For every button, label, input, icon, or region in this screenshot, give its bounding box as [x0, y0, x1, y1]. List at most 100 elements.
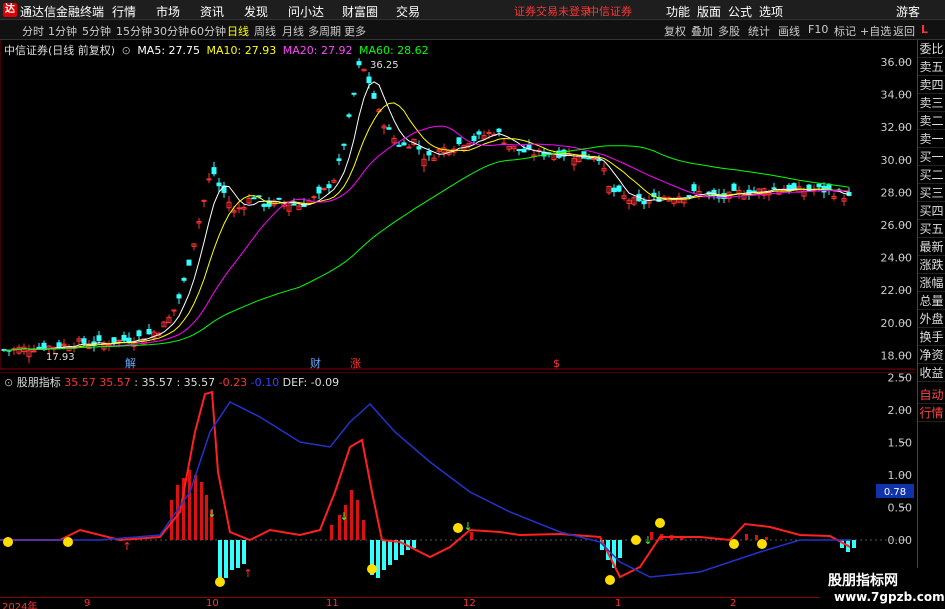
- period-60min[interactable]: 60分钟: [190, 23, 226, 39]
- menu-ask-xiaoda[interactable]: 问小达: [288, 3, 324, 20]
- sidebar-item-11[interactable]: 最新: [918, 238, 945, 256]
- cyan-bar-9: [394, 540, 398, 560]
- title-bar: 达 通达信金融终端 行情 市场 资讯 发现 问小达 财富圈 交易 证券交易未登录…: [0, 0, 945, 20]
- smiley-icon-6: [631, 535, 641, 545]
- period-1min[interactable]: 1分钟: [48, 23, 77, 39]
- period-30min[interactable]: 30分钟: [153, 23, 189, 39]
- sidebar-item-5[interactable]: 卖一: [918, 130, 945, 148]
- cyan-bar-4: [242, 540, 246, 564]
- sidebar-item-9[interactable]: 买四: [918, 202, 945, 220]
- event-marker-2: 涨: [350, 357, 361, 370]
- btn-mark[interactable]: 标记: [834, 23, 856, 39]
- period-more[interactable]: 更多: [344, 23, 366, 39]
- btn-f10[interactable]: F10: [808, 23, 828, 36]
- sub-y-axis-label-0: 2.50: [888, 372, 913, 385]
- candle-body-103: [516, 149, 522, 152]
- candle-body-69: [346, 114, 352, 117]
- sidebar-item-17[interactable]: 净资: [918, 346, 945, 364]
- smiley-icon-1: [63, 537, 73, 547]
- sidebar-item-4[interactable]: 卖二: [918, 112, 945, 130]
- guest-user[interactable]: 游客: [896, 3, 920, 20]
- period-15min[interactable]: 15分钟: [116, 23, 152, 39]
- candle-body-6: [31, 350, 37, 353]
- sidebar-item-13[interactable]: 涨幅: [918, 274, 945, 292]
- sidebar-item-7[interactable]: 买二: [918, 166, 945, 184]
- menu-market[interactable]: 市场: [156, 3, 180, 20]
- btn-draw-line[interactable]: 画线: [778, 23, 800, 39]
- btn-adjust-price[interactable]: 复权: [664, 23, 686, 39]
- menu-news[interactable]: 资讯: [200, 3, 224, 20]
- indicator-name: 股朋指标: [16, 376, 61, 389]
- sidebar-item-2[interactable]: 卖四: [918, 76, 945, 94]
- candlestick-chart[interactable]: 36.00 34.00 32.00 30.00 28.00 26.00 24.00 22.00…: [0, 40, 915, 370]
- sidebar-item-1[interactable]: 卖五: [918, 58, 945, 76]
- candle-body-97: [486, 131, 492, 134]
- menu-market-quotes[interactable]: 行情: [112, 3, 136, 20]
- settings-icon[interactable]: ⊙: [122, 44, 131, 57]
- date-axis: 2024年 9 10 11 12 1 2: [0, 597, 915, 609]
- sidebar-item-12[interactable]: 涨跌: [918, 256, 945, 274]
- sidebar-item-18[interactable]: 收益: [918, 364, 945, 382]
- menu-wealth-circle[interactable]: 财富圈: [342, 3, 378, 20]
- y-axis-label-6: 24.00: [881, 252, 913, 265]
- menu-trade[interactable]: 交易: [396, 3, 420, 20]
- candle-body-24: [121, 334, 127, 341]
- ma10-line: [4, 102, 850, 351]
- period-weekly[interactable]: 周线: [254, 23, 276, 39]
- low-price-label: 17.93: [46, 352, 75, 363]
- sidebar-item-0[interactable]: 委比: [918, 40, 945, 58]
- smiley-icon-4: [453, 523, 463, 533]
- sidebar-item-20[interactable]: 行情: [918, 404, 945, 422]
- candle-body-47: [236, 207, 242, 210]
- candle-body-122: [611, 187, 617, 193]
- y-axis-label-7: 22.00: [881, 284, 913, 297]
- btn-overlay[interactable]: 叠加: [691, 23, 713, 39]
- cyan-bar-16: [618, 540, 622, 558]
- menu-layout[interactable]: 版面: [697, 3, 721, 20]
- candle-body-150: [751, 190, 757, 193]
- broker-name[interactable]: 中信证券: [588, 3, 632, 19]
- indicator-chart[interactable]: 2.502.001.501.000.500.00-0.500.78↑↓↑↓↓↓: [0, 372, 915, 597]
- sidebar-item-19[interactable]: 自动: [918, 386, 945, 404]
- candle-body-146: [731, 183, 737, 191]
- candle-body-163: [816, 183, 822, 188]
- menu-discover[interactable]: 发现: [244, 3, 268, 20]
- indicator-v4: 35.57: [183, 376, 216, 389]
- candle-body-41: [206, 178, 212, 181]
- trade-login-status[interactable]: 证券交易未登录: [514, 3, 591, 19]
- candle-body-36: [181, 277, 187, 281]
- period-multi[interactable]: 多周期: [308, 23, 341, 39]
- indicator-v1: 35.57: [64, 376, 96, 389]
- cyan-bar-6: [376, 540, 380, 578]
- sidebar-item-8[interactable]: 买三: [918, 184, 945, 202]
- cyan-bar-1: [224, 540, 228, 578]
- sidebar-item-10[interactable]: 买五: [918, 220, 945, 238]
- signal-arrow-icon-4: ↓: [463, 520, 472, 533]
- btn-back[interactable]: 返回: [893, 23, 915, 39]
- candle-body-58: [291, 203, 297, 206]
- period-monthly[interactable]: 月线: [282, 23, 304, 39]
- sidebar-item-14[interactable]: 总量: [918, 292, 945, 310]
- period-5min[interactable]: 5分钟: [82, 23, 111, 39]
- red-bar-13: [362, 520, 365, 540]
- candle-body-118: [591, 158, 597, 161]
- menu-function[interactable]: 功能: [666, 3, 690, 20]
- btn-add-watchlist[interactable]: +自选: [860, 23, 891, 39]
- candle-body-27: [136, 330, 142, 337]
- period-daily[interactable]: 日线: [227, 23, 249, 39]
- candle-body-137: [686, 194, 692, 197]
- sidebar-item-6[interactable]: 买一: [918, 148, 945, 166]
- indicator-settings-icon[interactable]: ⊙: [4, 376, 13, 389]
- menu-formula[interactable]: 公式: [728, 3, 752, 20]
- y-axis-label-8: 20.00: [881, 317, 913, 330]
- sidebar-item-16[interactable]: 换手: [918, 328, 945, 346]
- high-price-label: 36.25: [370, 60, 399, 71]
- red-bar-19: [745, 534, 748, 540]
- sidebar-item-15[interactable]: 外盘: [918, 310, 945, 328]
- sidebar-item-3[interactable]: 卖三: [918, 94, 945, 112]
- cyan-bar-7: [382, 540, 386, 570]
- period-intraday[interactable]: 分时: [22, 23, 44, 39]
- menu-options[interactable]: 选项: [759, 3, 783, 20]
- btn-statistics[interactable]: 统计: [748, 23, 770, 39]
- btn-multi-stock[interactable]: 多股: [718, 23, 740, 39]
